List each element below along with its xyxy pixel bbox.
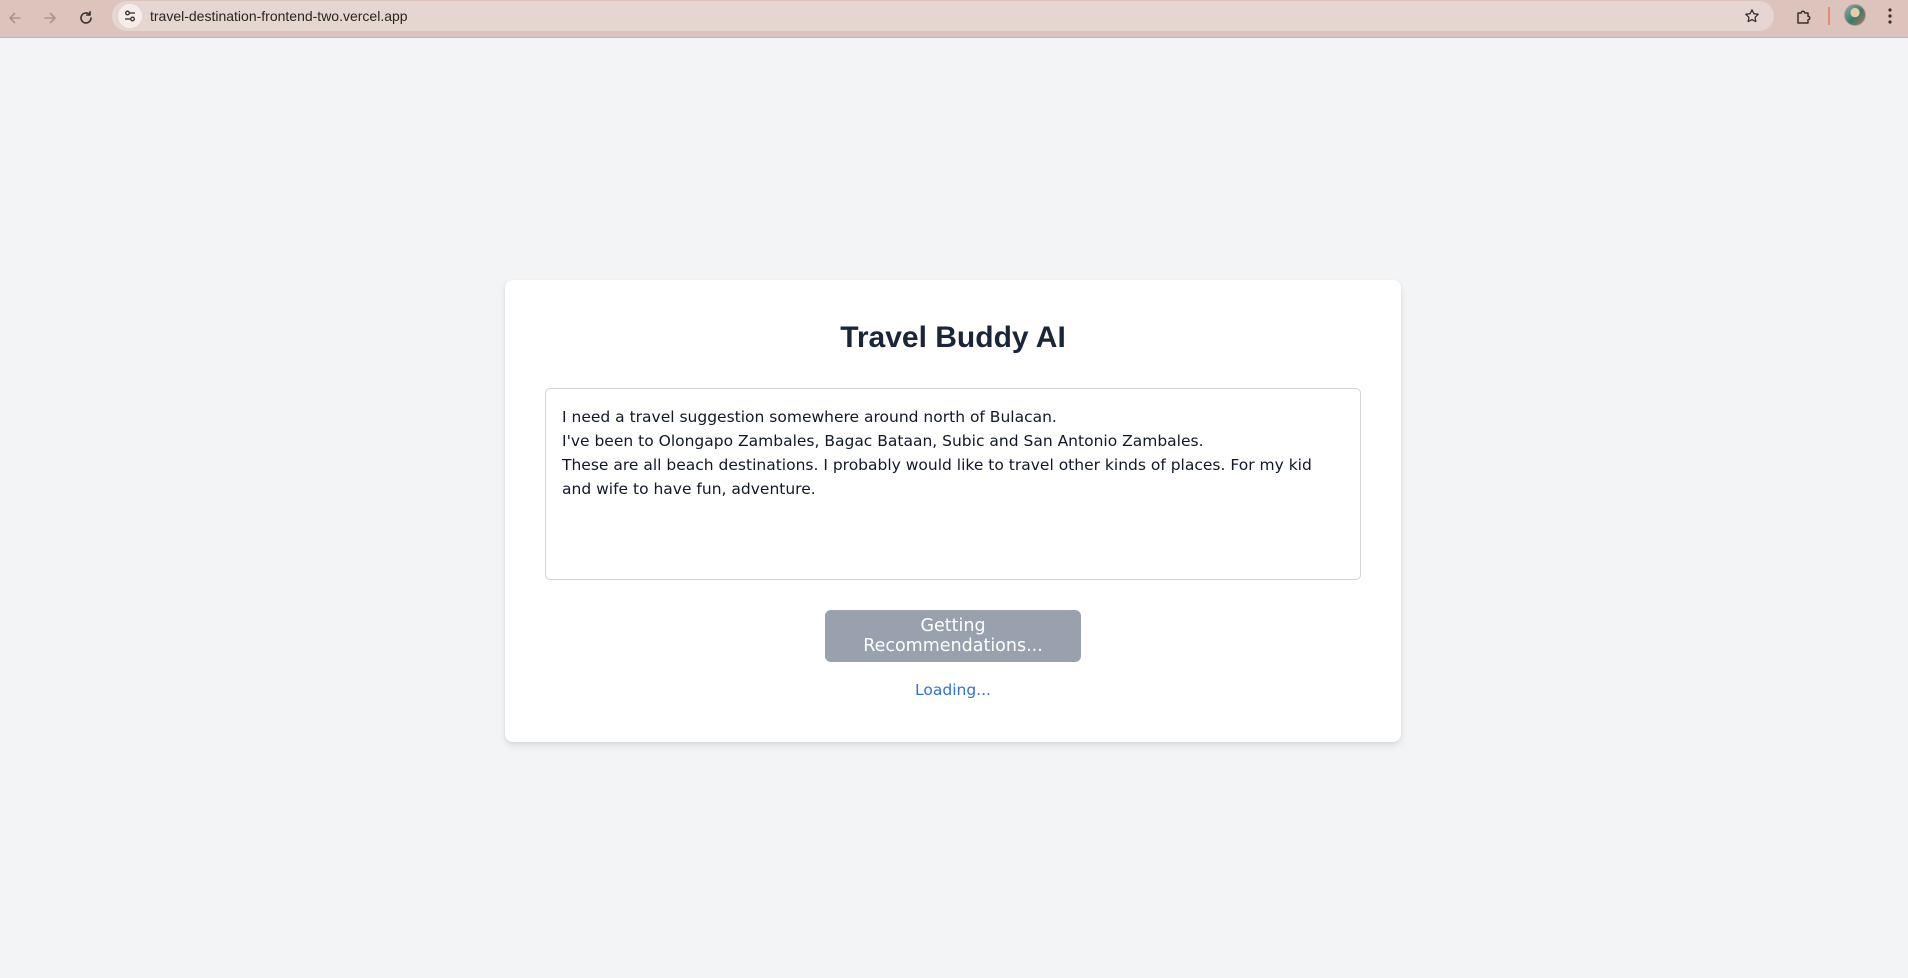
puzzle-icon: [1797, 10, 1811, 24]
reload-button[interactable]: [73, 5, 99, 31]
star-icon: [1745, 9, 1759, 23]
forward-button[interactable]: [37, 5, 63, 31]
loading-status: Loading...: [915, 681, 991, 699]
kebab-menu-icon: [1888, 8, 1892, 24]
browser-menu-button[interactable]: [1880, 4, 1900, 28]
tune-icon: [125, 10, 135, 22]
url-text[interactable]: travel-destination-frontend-two.vercel.a…: [150, 8, 408, 24]
browser-toolbar: travel-destination-frontend-two.vercel.a…: [0, 0, 1908, 38]
page-title: Travel Buddy AI: [840, 321, 1066, 354]
travel-prompt-input[interactable]: [545, 388, 1361, 580]
extensions-button[interactable]: [1792, 5, 1816, 29]
bookmark-button[interactable]: [1742, 6, 1762, 26]
arrow-left-icon: [9, 12, 21, 24]
travel-buddy-card: Travel Buddy AI Getting Recommendations.…: [505, 280, 1401, 742]
address-bar[interactable]: travel-destination-frontend-two.vercel.a…: [112, 1, 1774, 31]
toolbar-divider: [1828, 7, 1830, 25]
avatar[interactable]: [1844, 4, 1866, 26]
arrow-right-icon: [44, 12, 56, 24]
reload-icon: [80, 11, 92, 24]
back-button[interactable]: [2, 5, 28, 31]
get-recommendations-button[interactable]: Getting Recommendations...: [825, 610, 1081, 662]
site-info-button[interactable]: [118, 4, 142, 28]
